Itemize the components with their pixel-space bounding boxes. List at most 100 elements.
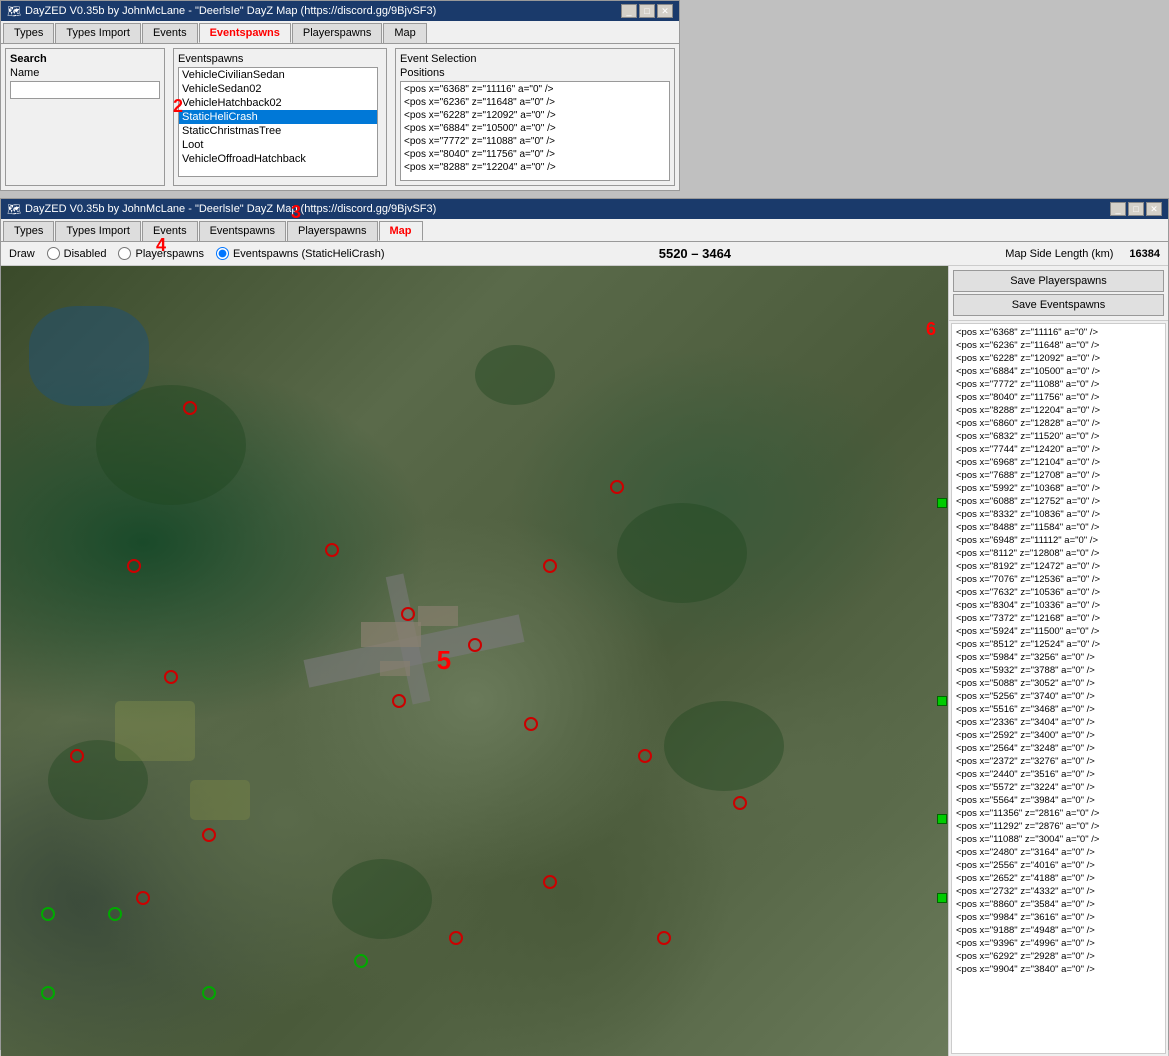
radio-disabled-input[interactable] bbox=[47, 247, 60, 260]
window-title-1: DayZED V0.35b by JohnMcLane - "DeerlsIe"… bbox=[25, 5, 436, 17]
tab-map-2[interactable]: Map bbox=[379, 221, 423, 241]
event-selection-title: Event Selection bbox=[400, 53, 670, 65]
tab-types-import-2[interactable]: Types Import bbox=[55, 221, 141, 241]
save-playerspawns-button[interactable]: Save Playerspawns bbox=[953, 270, 1164, 292]
spawn-red-1[interactable] bbox=[183, 401, 197, 415]
pos-item-6: <pos x="8288" z="12204" a="0" /> bbox=[402, 161, 668, 174]
w1-content: Search Name Eventspawns VehicleCivilianS… bbox=[1, 44, 679, 190]
right-pos-item-22: <pos x="7372" z="12168" a="0" /> bbox=[954, 612, 1163, 625]
tab-eventspawns-1[interactable]: Eventspawns bbox=[199, 23, 291, 43]
spawn-green-5[interactable] bbox=[354, 954, 368, 968]
spawn-red-16[interactable] bbox=[543, 875, 557, 889]
tab-types-2[interactable]: Types bbox=[3, 221, 54, 241]
eventspawns-panel-title: Eventspawns bbox=[178, 53, 382, 65]
list-item-1[interactable]: VehicleSedan02 bbox=[179, 82, 377, 96]
minimize-btn-2[interactable]: _ bbox=[1110, 202, 1126, 216]
list-item-0[interactable]: VehicleCivilianSedan bbox=[179, 68, 377, 82]
pos-item-5: <pos x="8040" z="11756" a="0" /> bbox=[402, 148, 668, 161]
right-panel: Save Playerspawns Save Eventspawns <pos … bbox=[948, 266, 1168, 1056]
right-pos-item-29: <pos x="5516" z="3468" a="0" /> bbox=[954, 703, 1163, 716]
list-item-6[interactable]: VehicleOffroadHatchback bbox=[179, 152, 377, 166]
edge-green-1 bbox=[937, 498, 947, 508]
spawn-red-10[interactable] bbox=[392, 694, 406, 708]
save-eventspawns-button[interactable]: Save Eventspawns bbox=[953, 294, 1164, 316]
radio-playerspawns-input[interactable] bbox=[118, 247, 131, 260]
tab-playerspawns-1[interactable]: Playerspawns bbox=[292, 23, 382, 43]
water-1 bbox=[29, 306, 149, 406]
spawn-green-1[interactable] bbox=[41, 907, 55, 921]
right-pos-item-27: <pos x="5088" z="3052" a="0" /> bbox=[954, 677, 1163, 690]
map-side-label: Map Side Length (km) bbox=[1005, 248, 1113, 260]
spawn-green-4[interactable] bbox=[202, 986, 216, 1000]
radio-playerspawns[interactable]: Playerspawns bbox=[118, 247, 203, 260]
right-pos-item-2: <pos x="6228" z="12092" a="0" /> bbox=[954, 352, 1163, 365]
spawn-red-12[interactable] bbox=[543, 559, 557, 573]
forest-4 bbox=[664, 701, 784, 791]
maximize-btn-1[interactable]: □ bbox=[639, 4, 655, 18]
right-pos-item-41: <pos x="2556" z="4016" a="0" /> bbox=[954, 859, 1163, 872]
spawn-red-8[interactable] bbox=[401, 607, 415, 621]
right-pos-item-21: <pos x="8304" z="10336" a="0" /> bbox=[954, 599, 1163, 612]
right-pos-item-45: <pos x="9984" z="3616" a="0" /> bbox=[954, 911, 1163, 924]
title-bar-controls-1[interactable]: _ □ ✕ bbox=[621, 4, 673, 18]
right-pos-item-23: <pos x="5924" z="11500" a="0" /> bbox=[954, 625, 1163, 638]
tab-playerspawns-2[interactable]: Playerspawns bbox=[287, 221, 377, 241]
tab-map-1[interactable]: Map bbox=[383, 23, 426, 43]
spawn-red-15[interactable] bbox=[733, 796, 747, 810]
forest-3 bbox=[617, 503, 747, 603]
tab-types-import-1[interactable]: Types Import bbox=[55, 23, 141, 43]
spawn-red-18[interactable] bbox=[657, 931, 671, 945]
spawn-red-3[interactable] bbox=[164, 670, 178, 684]
tab-events-1[interactable]: Events bbox=[142, 23, 198, 43]
right-panel-positions-list[interactable]: <pos x="6368" z="11116" a="0" /><pos x="… bbox=[951, 323, 1166, 1054]
window2: 🗺 DayZED V0.35b by JohnMcLane - "DeerlsI… bbox=[0, 198, 1169, 1050]
close-btn-2[interactable]: ✕ bbox=[1146, 202, 1162, 216]
pos-item-1: <pos x="6236" z="11648" a="0" /> bbox=[402, 96, 668, 109]
list-item-4[interactable]: StaticChristmasTree bbox=[179, 124, 377, 138]
maximize-btn-2[interactable]: □ bbox=[1128, 202, 1144, 216]
close-btn-1[interactable]: ✕ bbox=[657, 4, 673, 18]
forest-1 bbox=[96, 385, 246, 505]
spawn-red-4[interactable] bbox=[70, 749, 84, 763]
list-item-3[interactable]: StaticHeliCrash bbox=[179, 110, 377, 124]
list-item-2[interactable]: VehicleHatchback02 bbox=[179, 96, 377, 110]
title-bar-controls-2[interactable]: _ □ ✕ bbox=[1110, 202, 1162, 216]
radio-disabled[interactable]: Disabled bbox=[47, 247, 107, 260]
positions-list[interactable]: <pos x="6368" z="11116" a="0" /> <pos x=… bbox=[400, 81, 670, 181]
right-pos-item-49: <pos x="9904" z="3840" a="0" /> bbox=[954, 963, 1163, 976]
spawn-red-7[interactable] bbox=[325, 543, 339, 557]
spawn-red-13[interactable] bbox=[610, 480, 624, 494]
tab-types-1[interactable]: Types bbox=[3, 23, 54, 43]
list-item-5[interactable]: Loot bbox=[179, 138, 377, 152]
spawn-red-6[interactable] bbox=[136, 891, 150, 905]
right-pos-item-8: <pos x="6832" z="11520" a="0" /> bbox=[954, 430, 1163, 443]
right-pos-item-36: <pos x="5564" z="3984" a="0" /> bbox=[954, 794, 1163, 807]
map-area[interactable]: 5 bbox=[1, 266, 948, 1056]
edge-green-3 bbox=[937, 814, 947, 824]
search-input[interactable] bbox=[10, 81, 160, 99]
right-pos-item-42: <pos x="2652" z="4188" a="0" /> bbox=[954, 872, 1163, 885]
spawn-red-2[interactable] bbox=[127, 559, 141, 573]
name-label: Name bbox=[10, 67, 160, 79]
window-title-2: DayZED V0.35b by JohnMcLane - "DeerlsIe"… bbox=[25, 203, 436, 215]
spawn-red-9[interactable] bbox=[468, 638, 482, 652]
forest-5 bbox=[475, 345, 555, 405]
spawn-red-11[interactable] bbox=[524, 717, 538, 731]
eventspawns-listbox[interactable]: VehicleCivilianSedan VehicleSedan02 Vehi… bbox=[178, 67, 378, 177]
right-pos-item-33: <pos x="2372" z="3276" a="0" /> bbox=[954, 755, 1163, 768]
right-pos-item-15: <pos x="8488" z="11584" a="0" /> bbox=[954, 521, 1163, 534]
minimize-btn-1[interactable]: _ bbox=[621, 4, 637, 18]
spawn-green-3[interactable] bbox=[108, 907, 122, 921]
right-panel-buttons: Save Playerspawns Save Eventspawns bbox=[949, 266, 1168, 321]
right-pos-item-30: <pos x="2336" z="3404" a="0" /> bbox=[954, 716, 1163, 729]
right-pos-item-38: <pos x="11292" z="2876" a="0" /> bbox=[954, 820, 1163, 833]
tab-eventspawns-2[interactable]: Eventspawns bbox=[199, 221, 286, 241]
spawn-red-17[interactable] bbox=[449, 931, 463, 945]
right-pos-item-37: <pos x="11356" z="2816" a="0" /> bbox=[954, 807, 1163, 820]
radio-eventspawns[interactable]: Eventspawns (StaticHeliCrash) bbox=[216, 247, 385, 260]
radio-eventspawns-input[interactable] bbox=[216, 247, 229, 260]
spawn-red-5[interactable] bbox=[202, 828, 216, 842]
tab-events-2[interactable]: Events bbox=[142, 221, 198, 241]
spawn-red-14[interactable] bbox=[638, 749, 652, 763]
spawn-green-2[interactable] bbox=[41, 986, 55, 1000]
